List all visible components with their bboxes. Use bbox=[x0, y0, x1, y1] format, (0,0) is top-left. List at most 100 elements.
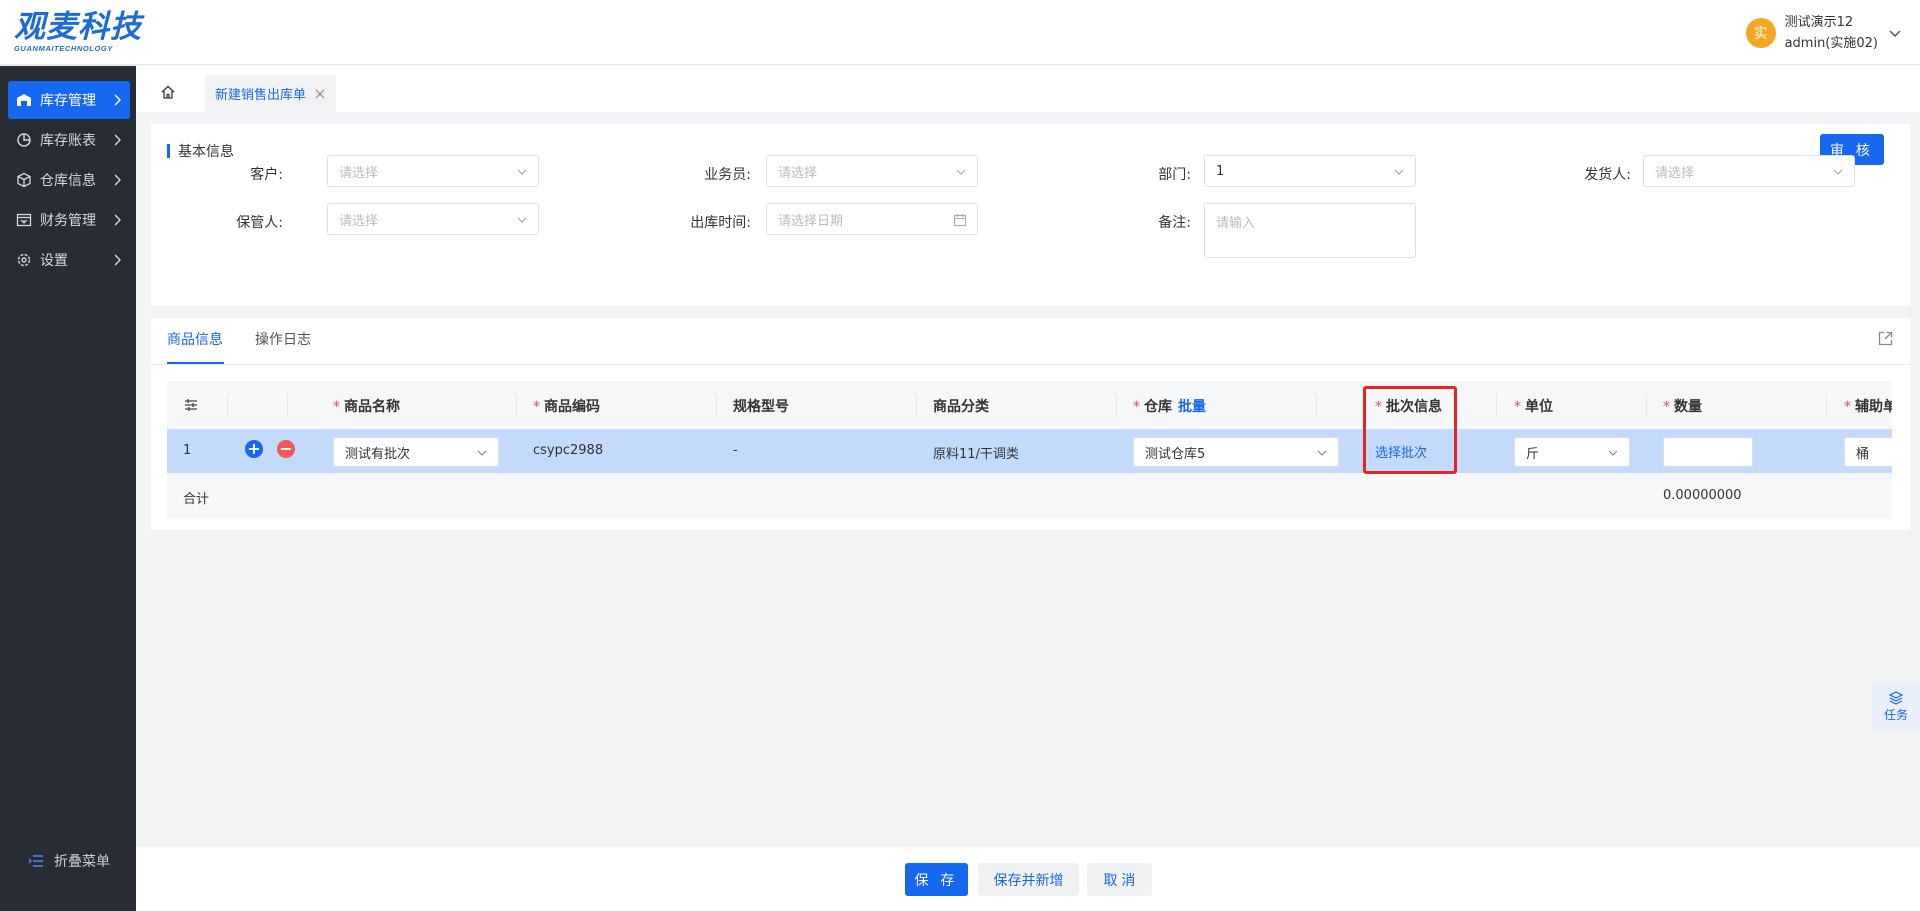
brand-logo[interactable]: 观麦科技 GUANMAITECHNOLOGY bbox=[14, 10, 144, 54]
top-header: 观麦科技 GUANMAITECHNOLOGY 实 测试演示12 admin(实施… bbox=[0, 0, 1920, 65]
shipper-placeholder: 请选择 bbox=[1655, 165, 1695, 181]
highlight-annotation-box bbox=[1363, 386, 1457, 474]
chevron-right-icon bbox=[114, 254, 121, 266]
product-name-select[interactable]: 测试有批次 bbox=[333, 437, 499, 467]
salesman-placeholder: 请选择 bbox=[778, 165, 818, 181]
quantity-input[interactable] bbox=[1663, 437, 1753, 467]
chevron-right-icon bbox=[114, 214, 121, 226]
shipper-select[interactable]: 请选择 bbox=[1643, 155, 1855, 187]
chevron-right-icon bbox=[114, 94, 121, 106]
home-icon[interactable] bbox=[160, 84, 176, 100]
keeper-label: 保管人: bbox=[236, 215, 283, 231]
keeper-select[interactable]: 请选择 bbox=[327, 203, 539, 235]
tabs-divider bbox=[151, 364, 1910, 365]
sidebar-item-inventory[interactable]: 库存管理 bbox=[8, 81, 130, 119]
box-icon bbox=[16, 172, 32, 188]
column-divider bbox=[1646, 394, 1647, 416]
sidebar-item-label: 财务管理 bbox=[40, 213, 96, 229]
avatar[interactable]: 实 bbox=[1745, 18, 1776, 48]
sidebar-item-finance[interactable]: 财务管理 bbox=[8, 201, 130, 239]
remark-placeholder: 请输入 bbox=[1216, 216, 1256, 231]
department-value: 1 bbox=[1216, 163, 1225, 179]
chevron-down-icon bbox=[517, 169, 527, 175]
calendar-icon bbox=[953, 214, 967, 227]
task-float-button[interactable]: 任务 bbox=[1872, 682, 1920, 730]
sidebar-item-settings[interactable]: 设置 bbox=[8, 241, 130, 279]
chevron-down-icon[interactable] bbox=[1888, 26, 1902, 40]
row-index: 1 bbox=[183, 443, 192, 458]
basic-info-card: 基本信息 审 核 客户: 请选择 业务员: 请选择 部门: 1 发货人: 请选择… bbox=[151, 124, 1910, 306]
save-button[interactable]: 保 存 bbox=[905, 863, 968, 896]
batch-set-warehouse-link[interactable]: 批量 bbox=[1178, 399, 1206, 415]
salesman-label: 业务员: bbox=[704, 167, 751, 183]
column-divider bbox=[287, 394, 288, 416]
menu-fold-icon bbox=[28, 855, 43, 867]
aux-unit-select[interactable]: 桶 bbox=[1844, 437, 1892, 467]
save-and-new-button[interactable]: 保存并新增 bbox=[978, 863, 1079, 896]
table-header: * 商品名称 * 商品编码 规格型号 商品分类 * 仓库 批量 * 批次信息 * 单位 * 数… bbox=[167, 381, 1892, 429]
sidebar-item-warehouse-info[interactable]: 仓库信息 bbox=[8, 161, 130, 199]
warehouse-select[interactable]: 测试仓库5 bbox=[1133, 437, 1339, 467]
section-title: 基本信息 bbox=[167, 141, 234, 161]
unit-value: 斤 bbox=[1526, 446, 1540, 462]
salesman-select[interactable]: 请选择 bbox=[766, 155, 978, 187]
customer-label: 客户: bbox=[250, 167, 283, 183]
total-label: 合计 bbox=[183, 492, 210, 507]
sidebar-item-inventory-report[interactable]: 库存账表 bbox=[8, 121, 130, 159]
add-row-button[interactable]: + bbox=[245, 440, 263, 458]
layers-icon bbox=[1888, 690, 1904, 705]
tab-new-sales-outbound[interactable]: 新建销售出库单 bbox=[205, 75, 337, 112]
chevron-down-icon bbox=[517, 217, 527, 223]
remove-row-button[interactable]: − bbox=[277, 440, 295, 458]
column-divider bbox=[716, 394, 717, 416]
out-time-datepicker[interactable]: 请选择日期 bbox=[766, 203, 978, 235]
sidebar-item-label: 设置 bbox=[40, 253, 68, 269]
product-name-value: 测试有批次 bbox=[345, 446, 411, 462]
out-time-label: 出库时间: bbox=[690, 215, 751, 231]
user-account: admin(实施02) bbox=[1784, 36, 1878, 51]
col-product-code: * 商品编码 bbox=[533, 399, 600, 415]
user-menu[interactable]: 实 测试演示12 admin(实施02) bbox=[1745, 12, 1902, 54]
sidebar: 库存管理 库存账表 仓库信息 财务管理 设置 折叠菜单 bbox=[0, 66, 136, 911]
collapse-menu-button[interactable]: 折叠菜单 bbox=[28, 851, 110, 871]
warehouse-icon bbox=[16, 92, 32, 108]
sidebar-item-label: 库存账表 bbox=[40, 133, 96, 149]
column-settings-icon[interactable] bbox=[184, 398, 198, 412]
user-info[interactable]: 测试演示12 admin(实施02) bbox=[1785, 12, 1878, 54]
tab-goods-info[interactable]: 商品信息 bbox=[167, 329, 223, 349]
cancel-button[interactable]: 取 消 bbox=[1087, 863, 1152, 896]
brand-subtitle: GUANMAITECHNOLOGY bbox=[14, 44, 113, 53]
user-name: 测试演示12 bbox=[1784, 15, 1854, 30]
chevron-right-icon bbox=[114, 174, 121, 186]
remark-textarea[interactable]: 请输入 bbox=[1204, 203, 1416, 258]
shipper-label: 发货人: bbox=[1584, 167, 1631, 183]
unit-select[interactable]: 斤 bbox=[1514, 437, 1630, 467]
col-quantity: * 数量 bbox=[1663, 399, 1702, 415]
customer-select[interactable]: 请选择 bbox=[327, 155, 539, 187]
col-unit: * 单位 bbox=[1514, 399, 1553, 415]
goods-card: 商品信息 操作日志 * 商品名称 * 商品编码 规格型号 商品分类 * 仓库 批量 * 批… bbox=[151, 318, 1910, 530]
keeper-placeholder: 请选择 bbox=[339, 213, 379, 229]
col-warehouse: * 仓库 批量 bbox=[1133, 399, 1206, 415]
footer-actions: 保 存 保存并新增 取 消 bbox=[136, 847, 1920, 911]
column-divider bbox=[1116, 394, 1117, 416]
section-title-text: 基本信息 bbox=[178, 144, 234, 160]
column-divider bbox=[227, 394, 228, 416]
goods-table: * 商品名称 * 商品编码 规格型号 商品分类 * 仓库 批量 * 批次信息 * 单位 * 数… bbox=[167, 381, 1892, 519]
column-divider bbox=[916, 394, 917, 416]
sidebar-item-label: 仓库信息 bbox=[40, 173, 96, 189]
chevron-down-icon bbox=[1833, 169, 1843, 175]
close-icon[interactable] bbox=[314, 88, 326, 100]
product-category: 原料11/干调类 bbox=[933, 447, 1019, 462]
customer-placeholder: 请选择 bbox=[339, 165, 379, 181]
brand-name: 观麦科技 bbox=[14, 9, 142, 44]
col-aux-unit: * 辅助单 bbox=[1844, 399, 1892, 415]
expand-icon[interactable] bbox=[1877, 330, 1894, 347]
sidebar-item-label: 库存管理 bbox=[40, 93, 96, 109]
table-row[interactable]: 1 + − 测试有批次 csypc2988 - 原料11/干调类 测试仓库5 选… bbox=[167, 429, 1892, 473]
tab-operation-log[interactable]: 操作日志 bbox=[255, 329, 311, 349]
chevron-down-icon bbox=[1317, 450, 1327, 456]
warehouse-value: 测试仓库5 bbox=[1145, 446, 1206, 462]
remark-label: 备注: bbox=[1158, 215, 1191, 231]
department-select[interactable]: 1 bbox=[1204, 155, 1416, 187]
